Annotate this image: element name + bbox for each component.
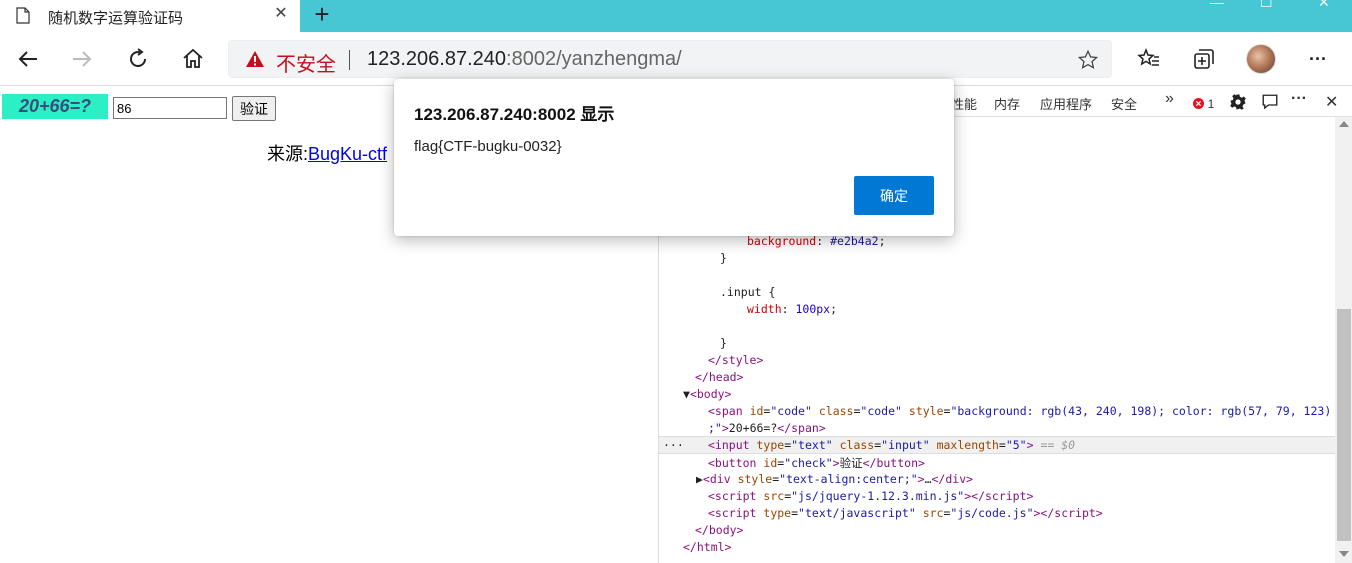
- scrollbar-thumb[interactable]: [1337, 309, 1351, 541]
- code-line[interactable]: ;">20+66=?</span>: [708, 421, 826, 435]
- source-link[interactable]: BugKu-ctf: [308, 144, 387, 164]
- devtools-close-icon[interactable]: ✕: [1325, 92, 1338, 112]
- refresh-button[interactable]: [124, 45, 152, 73]
- favorites-button[interactable]: [1135, 45, 1163, 73]
- devtools-tab-performance[interactable]: 性能: [951, 94, 977, 113]
- code-line[interactable]: }: [720, 251, 727, 265]
- maximize-icon[interactable]: ☐: [1260, 0, 1273, 11]
- code-line[interactable]: </html>: [683, 540, 731, 554]
- code-line[interactable]: ▼<body>: [683, 387, 731, 401]
- back-arrow-icon: [18, 51, 37, 67]
- settings-more-button[interactable]: ···: [1304, 45, 1332, 73]
- error-icon: [1193, 98, 1204, 109]
- home-icon: [183, 48, 203, 68]
- address-separator: [349, 50, 350, 70]
- dialog-ok-button[interactable]: 确定: [854, 176, 934, 215]
- devtools-tab-security[interactable]: 安全: [1111, 94, 1137, 113]
- tab-strip: 随机数字运算验证码 ✕ + — ☐ ✕: [0, 0, 1352, 32]
- code-line[interactable]: <button id="check">验证</button>: [708, 455, 925, 471]
- code-line[interactable]: <span id="code" class="code" style="back…: [708, 404, 1331, 418]
- navigation-bar: 不安全 123.206.87.240:8002/yanzhengma/ ···: [0, 32, 1352, 86]
- forward-button[interactable]: [68, 45, 96, 73]
- code-line[interactable]: <script src="js/jquery-1.12.3.min.js"></…: [708, 489, 1033, 503]
- tab-title: 随机数字运算验证码: [48, 10, 184, 27]
- favorites-list-icon: [1137, 47, 1159, 66]
- captcha-code: 20+66=?: [2, 94, 108, 119]
- selected-node-ellipsis[interactable]: ···: [663, 438, 684, 452]
- code-line[interactable]: .input {: [720, 285, 775, 299]
- code-line[interactable]: </style>: [708, 353, 763, 367]
- scroll-up-arrow-icon[interactable]: [1339, 121, 1349, 127]
- devtools-more-button[interactable]: ···: [1291, 90, 1307, 108]
- url-text[interactable]: 123.206.87.240:8002/yanzhengma/: [367, 48, 682, 71]
- collections-button[interactable]: [1190, 45, 1218, 73]
- home-button[interactable]: [179, 45, 207, 73]
- devtools-tab-memory[interactable]: 内存: [994, 94, 1020, 113]
- address-bar[interactable]: 不安全 123.206.87.240:8002/yanzhengma/: [228, 40, 1112, 78]
- devtools-settings-gear-icon[interactable]: [1229, 93, 1247, 111]
- warning-icon: [246, 51, 264, 67]
- alert-dialog: 123.206.87.240:8002 显示 flag{CTF-bugku-00…: [394, 79, 954, 236]
- code-line[interactable]: }: [720, 336, 727, 350]
- collections-icon: [1194, 49, 1214, 69]
- error-count: 1: [1207, 97, 1215, 111]
- refresh-icon: [130, 48, 146, 67]
- back-button[interactable]: [14, 45, 42, 73]
- favorite-star-icon[interactable]: [1077, 49, 1099, 71]
- devtools-overflow-icon[interactable]: »: [1165, 90, 1174, 108]
- insecure-label[interactable]: 不安全: [276, 48, 336, 77]
- source-label: 来源:: [267, 144, 309, 164]
- code-line[interactable]: <script type="text/javascript" src="js/c…: [708, 506, 1103, 520]
- answer-input[interactable]: [113, 97, 227, 119]
- minimize-icon[interactable]: —: [1210, 0, 1224, 10]
- new-tab-button[interactable]: +: [310, 1, 334, 28]
- feedback-icon[interactable]: [1261, 93, 1279, 111]
- scroll-down-arrow-icon[interactable]: [1339, 551, 1349, 557]
- check-button[interactable]: 验证: [232, 96, 276, 121]
- page-icon: [16, 7, 30, 24]
- source-line: 来源:BugKu-ctf: [267, 140, 387, 166]
- code-line[interactable]: background: #e2b4a2;: [747, 234, 886, 248]
- forward-arrow-icon: [73, 51, 92, 67]
- code-line[interactable]: </body>: [695, 523, 743, 537]
- profile-avatar[interactable]: [1246, 44, 1276, 74]
- devtools-scrollbar[interactable]: [1335, 117, 1352, 563]
- dialog-title: 123.206.87.240:8002 显示: [414, 105, 615, 124]
- url-path: :8002/yanzhengma/: [506, 48, 682, 70]
- error-indicator[interactable]: 1: [1193, 96, 1214, 111]
- code-line[interactable]: width: 100px;: [747, 302, 837, 316]
- url-host: 123.206.87.240: [367, 48, 507, 70]
- devtools-tab-application[interactable]: 应用程序: [1040, 94, 1092, 113]
- tab-close-icon[interactable]: ✕: [273, 6, 289, 22]
- code-line[interactable]: </head>: [695, 370, 743, 384]
- browser-tab[interactable]: 随机数字运算验证码 ✕: [0, 0, 300, 32]
- dialog-message: flag{CTF-bugku-0032}: [414, 138, 562, 155]
- code-line[interactable]: <input type="text" class="input" maxleng…: [708, 438, 1075, 452]
- window-close-icon[interactable]: ✕: [1318, 0, 1330, 11]
- code-line[interactable]: ▶<div style="text-align:center;">…</div>: [696, 472, 973, 486]
